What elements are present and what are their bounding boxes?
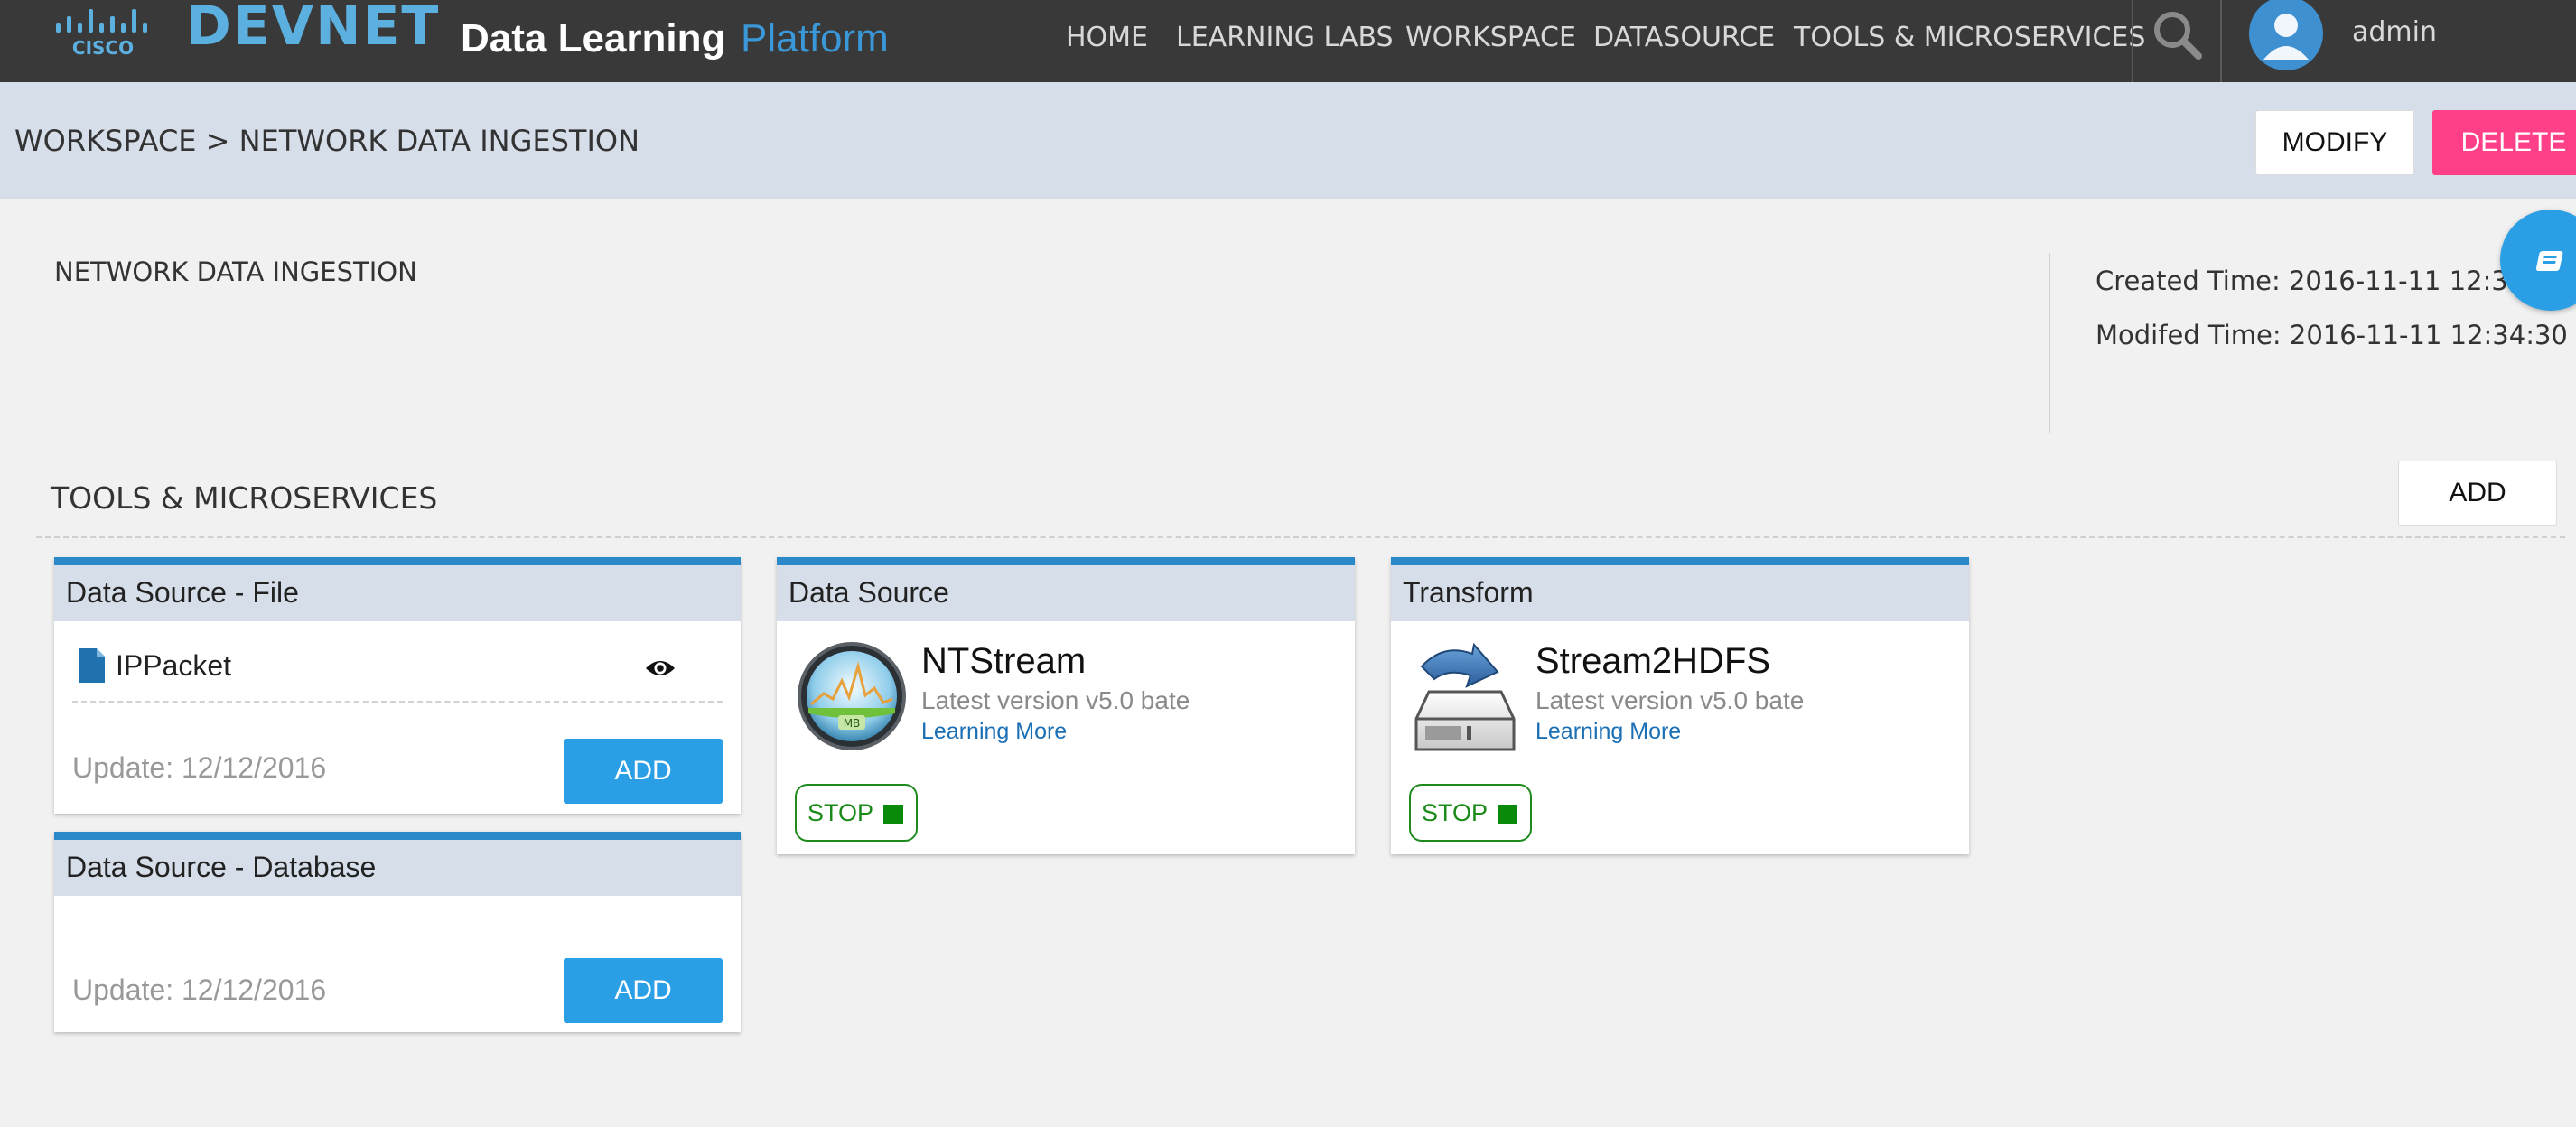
file-icon [79,648,105,683]
breadcrumb-bar: WORKSPACE > NETWORK DATA INGESTION MODIF… [0,82,2576,199]
card-title: Data Source - Database [66,851,377,883]
update-date: Update: 12/12/2016 [72,751,327,784]
brand-platform: Platform [741,16,889,61]
file-list-item[interactable]: IPPacket [72,636,723,703]
breadcrumb: WORKSPACE > NETWORK DATA INGESTION [14,124,639,158]
modified-time: Modifed Time: 2016-11-11 12:34:30 [2095,320,2568,350]
brand-devnet: DEVNET [186,0,441,58]
nav-workspace[interactable]: WORKSPACE [1405,22,1576,53]
card-header: Data Source - Database [54,840,741,896]
stop-button[interactable]: STOP [1409,784,1532,842]
nav-learning-labs[interactable]: LEARNING LABS [1176,22,1394,53]
card-data-source-file: Data Source - File IPPacket Update: 12/1… [54,557,741,814]
stop-square-icon [1498,805,1517,824]
nav-divider [2132,0,2133,82]
card-title: Transform [1403,576,1534,609]
learning-more-link[interactable]: Learning More [921,719,1067,745]
card-title: Data Source [789,576,949,609]
top-navbar: CISCO DEVNET Data Learning Platform HOME… [0,0,2576,82]
add-database-button[interactable]: ADD [564,958,723,1023]
svg-text:MB: MB [844,717,861,730]
add-tool-button[interactable]: ADD [2398,461,2557,526]
card-header: Data Source [777,565,1355,621]
created-time: Created Time: 2016-11-11 12:34:30 [2095,265,2567,296]
cisco-logo-icon: CISCO [56,9,147,58]
card-stream2hdfs: Transform Stream2HDFS Latest version v5.… [1391,557,1969,854]
tools-section-title: TOOLS & MICROSERVICES [51,480,438,516]
eye-icon[interactable] [645,657,676,679]
book-icon [2535,251,2563,271]
add-file-button[interactable]: ADD [564,739,723,804]
nav-home[interactable]: HOME [1066,22,1148,53]
update-date: Update: 12/12/2016 [72,973,327,1006]
service-version: Latest version v5.0 bate [1535,686,1805,714]
stop-square-icon [883,805,903,824]
nav-tools-microservices[interactable]: TOOLS & MICROSERVICES [1794,22,2145,53]
info-divider [2049,253,2050,433]
card-header: Data Source - File [54,565,741,621]
section-divider [36,536,2565,538]
svg-text:CISCO: CISCO [72,37,134,58]
card-title: Data Source - File [66,576,299,609]
brand-data-learning: Data Learning [461,16,726,61]
workspace-title: NETWORK DATA INGESTION [54,256,417,287]
nav-datasource[interactable]: DATASOURCE [1593,22,1775,53]
learning-more-link[interactable]: Learning More [1535,719,1681,745]
stop-label: STOP [807,799,874,826]
username[interactable]: admin [2352,16,2437,48]
nav-divider [2220,0,2222,82]
modify-button[interactable]: MODIFY [2255,110,2414,175]
service-name: Stream2HDFS [1535,641,1771,681]
card-data-source-database: Data Source - Database Update: 12/12/201… [54,832,741,1032]
ntstream-gauge-icon: MB [798,642,906,750]
user-avatar-icon[interactable] [2249,0,2323,70]
search-icon[interactable] [2148,5,2207,65]
delete-button[interactable]: DELETE [2432,110,2576,175]
card-header: Transform [1391,565,1969,621]
stop-button[interactable]: STOP [795,784,918,842]
notebook-float-button[interactable] [2500,210,2576,311]
file-name[interactable]: IPPacket [116,649,231,683]
card-ntstream: Data Source MB NTStream Latest version v… [777,557,1355,854]
service-name: NTStream [921,641,1087,681]
service-version: Latest version v5.0 bate [921,686,1190,714]
download-drive-icon [1414,642,1516,751]
stop-label: STOP [1422,799,1489,826]
